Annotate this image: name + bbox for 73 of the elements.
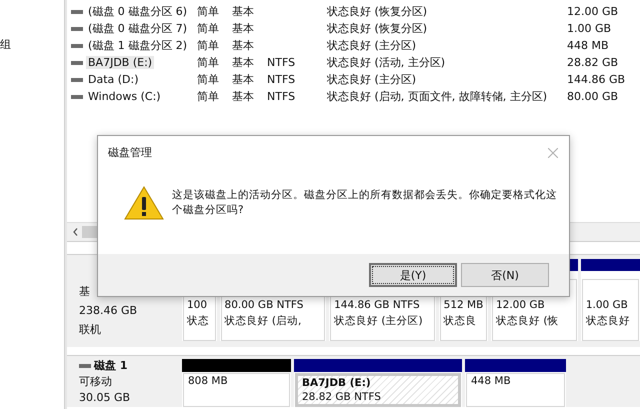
table-cell-text: 28.82 GB xyxy=(567,56,620,69)
table-cell-text: 基本 xyxy=(232,72,255,87)
table-cell-text: 简单 xyxy=(197,4,220,19)
volume-name[interactable]: Windows (C:) xyxy=(86,90,163,103)
partition-status: 状态良 xyxy=(444,314,478,329)
partition-block[interactable]: 1.00 GB 状态良好 xyxy=(582,279,640,341)
partition-size: 808 MB xyxy=(188,374,229,388)
table-cell-text: NTFS xyxy=(267,90,296,103)
table-cell-text: 基本 xyxy=(232,4,255,19)
partition-size: 1.00 GB xyxy=(586,298,629,313)
table-cell-text: 简单 xyxy=(197,21,220,36)
table-cell-text: 基本 xyxy=(232,21,255,36)
partition-status: 状态良好 (主分区) xyxy=(334,314,424,329)
table-cell-text: NTFS xyxy=(267,73,296,86)
volume-name[interactable]: (磁盘 1 磁盘分区 2) xyxy=(86,38,190,53)
table-cell-text: 12.00 GB xyxy=(567,5,620,18)
table-cell-text: 1.00 GB xyxy=(567,22,612,35)
partition-name: BA7JDB (E:) xyxy=(302,376,372,390)
drive-icon xyxy=(71,26,83,32)
partition-size: 512 MB xyxy=(444,298,483,313)
drive-icon xyxy=(79,363,91,369)
disk-type: 基 xyxy=(79,284,91,300)
volume-name[interactable]: (磁盘 0 磁盘分区 7) xyxy=(86,21,190,36)
partition-size: 28.82 GB NTFS xyxy=(302,390,382,404)
table-cell-text: 状态良好 (活动, 主分区) xyxy=(327,55,446,70)
table-cell-text: 144.86 GB xyxy=(567,73,626,86)
table-cell-text: 448 MB xyxy=(567,39,610,52)
table-cell-text: 简单 xyxy=(197,38,220,53)
disk-title: 磁盘 1 xyxy=(94,358,128,374)
table-cell-text: 状态良好 (主分区) xyxy=(327,72,418,87)
drive-icon xyxy=(71,42,83,48)
chevron-left-icon[interactable] xyxy=(73,228,78,236)
table-cell-text: 80.00 GB xyxy=(567,90,620,103)
dialog-button[interactable]: 否(N) xyxy=(461,263,549,287)
volume-name[interactable]: BA7JDB (E:) xyxy=(86,56,154,69)
dialog-button[interactable]: 是(Y) xyxy=(369,263,457,287)
warning-icon xyxy=(124,186,164,220)
partition-size: 80.00 GB NTFS xyxy=(224,298,304,313)
partition-block[interactable]: 808 MB xyxy=(183,373,290,407)
disk-size: 30.05 GB xyxy=(79,390,132,406)
disk-size: 238.46 GB xyxy=(79,303,138,319)
disk-status: 联机 xyxy=(79,322,102,338)
table-cell-text: 简单 xyxy=(197,55,220,70)
dialog-message: 这是该磁盘上的活动分区。磁盘分区上的所有数据都会丢失。你确定要格式化这个磁盘分区吗? xyxy=(172,188,557,218)
partition-status: 状态良好 (恢 xyxy=(496,314,560,329)
partition-block[interactable]: 448 MB xyxy=(466,373,565,407)
partition-status: 状态良好 xyxy=(586,314,631,329)
drive-icon xyxy=(71,94,83,100)
drive-icon xyxy=(71,76,83,82)
table-cell-text: 状态良好 (启动, 页面文件, 故障转储, 主分区) xyxy=(327,89,548,104)
partition-block[interactable]: BA7JDB (E:) 28.82 GB NTFS xyxy=(295,373,461,407)
table-cell-text: 简单 xyxy=(197,72,220,87)
partition-size: 100 xyxy=(187,298,208,313)
volume-name[interactable]: (磁盘 0 磁盘分区 6) xyxy=(86,4,190,19)
table-cell-text: NTFS xyxy=(267,56,296,69)
partition-size: 144.86 GB NTFS xyxy=(334,298,421,313)
table-cell-text: 简单 xyxy=(197,89,220,104)
disk-type: 可移动 xyxy=(79,374,113,390)
dialog-title: 磁盘管理 xyxy=(108,145,152,160)
partition-size: 448 MB xyxy=(471,374,512,388)
partition-status: 状态 xyxy=(187,314,210,329)
drive-icon xyxy=(71,8,83,14)
tree-item[interactable]: 组 xyxy=(0,38,11,51)
table-cell-text: 状态良好 (恢复分区) xyxy=(327,4,428,19)
drive-icon xyxy=(71,60,83,66)
table-cell-text: 状态良好 (主分区) xyxy=(327,38,418,53)
partition-size: 12.00 GB xyxy=(496,298,546,313)
partition-status: 状态良好 (启动, xyxy=(224,314,302,329)
table-cell-text: 基本 xyxy=(232,55,255,70)
volume-name[interactable]: Data (D:) xyxy=(86,73,141,86)
table-cell-text: 基本 xyxy=(232,89,255,104)
table-cell-text: 基本 xyxy=(232,38,255,53)
table-cell-text: 状态良好 (恢复分区) xyxy=(327,21,428,36)
